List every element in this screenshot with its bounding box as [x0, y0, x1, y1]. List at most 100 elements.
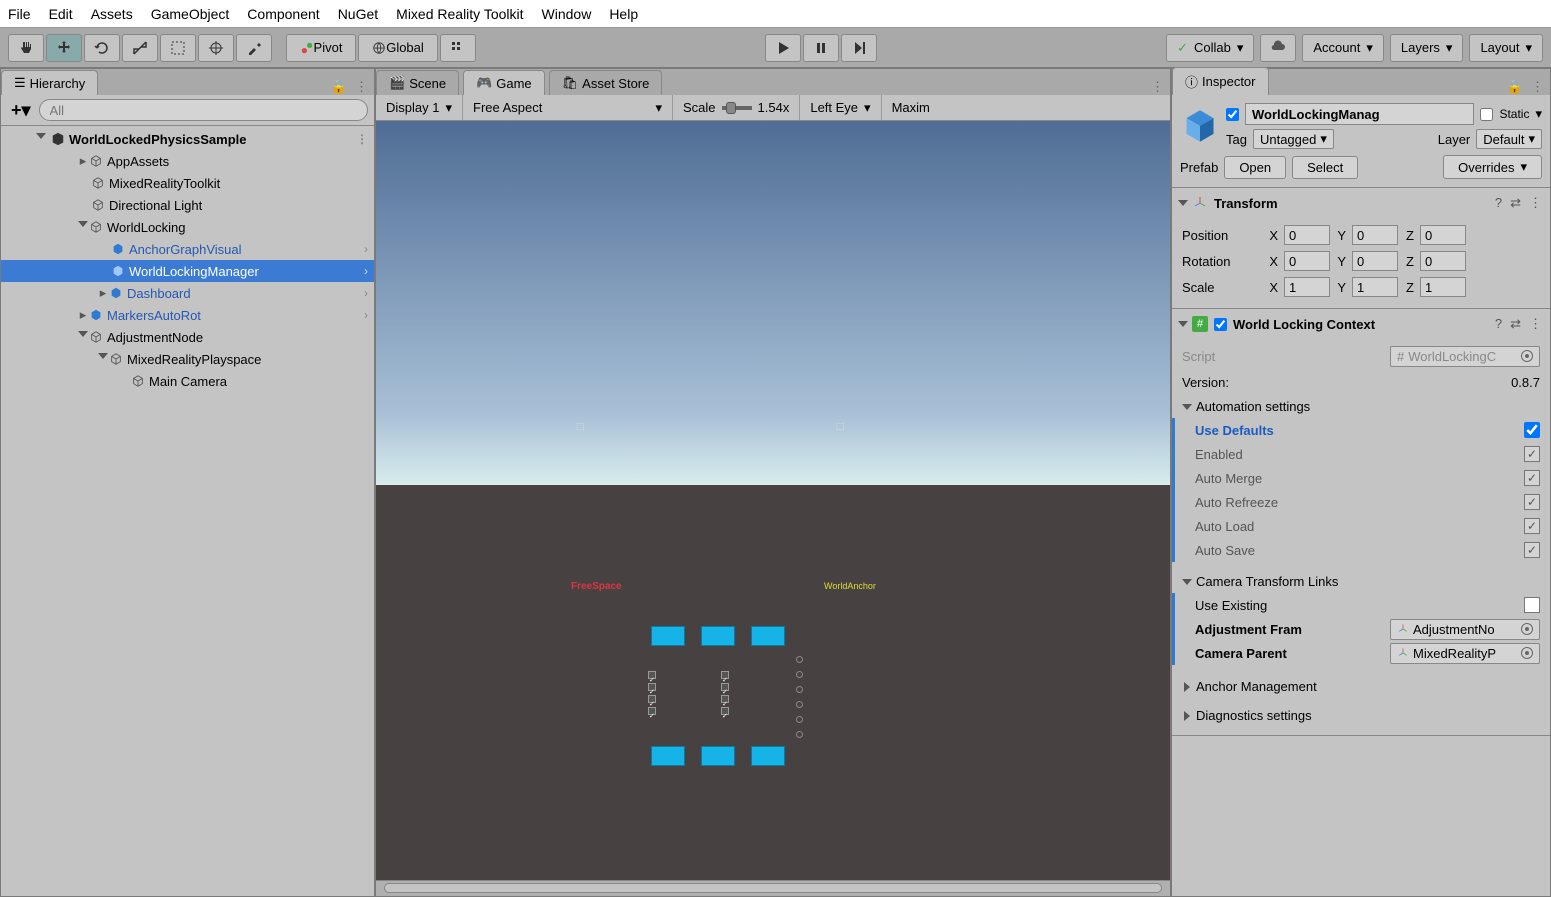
scene-menu-icon[interactable]: ⋮	[356, 132, 368, 146]
wlc-enabled-checkbox[interactable]	[1214, 318, 1227, 331]
row-appassets[interactable]: ▸AppAssets	[1, 150, 374, 172]
tab-scene[interactable]: 🎬Scene	[376, 70, 459, 95]
scene-row[interactable]: WorldLockedPhysicsSample ⋮	[1, 128, 374, 150]
menu-window[interactable]: Window	[542, 6, 592, 22]
panel-menu-icon[interactable]: ⋮	[1531, 79, 1544, 95]
row-camera[interactable]: Main Camera	[1, 370, 374, 392]
row-dirlight[interactable]: Directional Light	[1, 194, 374, 216]
vp-radio-1[interactable]	[796, 656, 803, 663]
menu-file[interactable]: File	[8, 6, 31, 22]
diag-header[interactable]: Diagnostics settings	[1182, 704, 1540, 727]
menu-component[interactable]: Component	[247, 6, 319, 22]
eye-dropdown[interactable]: Left Eye▾	[800, 95, 881, 120]
wlc-header[interactable]: # World Locking Context ?⇄⋮	[1172, 309, 1550, 339]
preset-icon[interactable]: ⇄	[1510, 195, 1521, 211]
vp-button-2[interactable]	[701, 626, 735, 646]
move-tool[interactable]	[46, 34, 82, 62]
panel-lock-icon[interactable]: 🔒	[331, 79, 347, 95]
pivot-toggle[interactable]: Pivot	[286, 34, 356, 62]
pos-y[interactable]	[1352, 225, 1398, 245]
row-adjustment[interactable]: AdjustmentNode	[1, 326, 374, 348]
scale-slider[interactable]: Scale1.54x	[673, 95, 800, 120]
cam-parent-field[interactable]: MixedRealityP	[1390, 643, 1540, 664]
create-dropdown[interactable]: +▾	[7, 100, 35, 121]
gameobject-type-icon[interactable]	[1180, 106, 1220, 146]
rotate-tool[interactable]	[84, 34, 120, 62]
panel-menu-icon[interactable]: ⋮	[355, 79, 368, 95]
gameobject-name-field[interactable]	[1245, 103, 1474, 125]
scale-x[interactable]	[1284, 277, 1330, 297]
pos-z[interactable]	[1420, 225, 1466, 245]
aspect-dropdown[interactable]: Free Aspect▾	[463, 95, 673, 120]
layout-dropdown[interactable]: Layout▾	[1469, 34, 1543, 62]
static-checkbox[interactable]	[1480, 108, 1493, 121]
vp-radio-3[interactable]	[796, 686, 803, 693]
gameobject-enabled-checkbox[interactable]	[1226, 108, 1239, 121]
row-mrtk[interactable]: MixedRealityToolkit	[1, 172, 374, 194]
use-defaults-checkbox[interactable]	[1524, 422, 1540, 438]
layers-dropdown[interactable]: Layers▾	[1390, 34, 1464, 62]
vp-radio-2[interactable]	[796, 671, 803, 678]
menu-gameobject[interactable]: GameObject	[151, 6, 230, 22]
hierarchy-search-input[interactable]	[39, 99, 368, 121]
prefab-open-button[interactable]: Open	[1224, 156, 1286, 179]
scale-tool[interactable]	[122, 34, 158, 62]
adj-frame-field[interactable]: AdjustmentNo	[1390, 619, 1540, 640]
custom-tool[interactable]	[236, 34, 272, 62]
vp-check-7[interactable]	[721, 695, 729, 703]
menu-mrtk[interactable]: Mixed Reality Toolkit	[396, 6, 523, 22]
tab-inspector[interactable]: ⓘInspector	[1172, 67, 1269, 95]
vp-check-5[interactable]	[721, 671, 729, 679]
display-dropdown[interactable]: Display 1▾	[376, 95, 463, 120]
menu-edit[interactable]: Edit	[49, 6, 73, 22]
menu-help[interactable]: Help	[609, 6, 638, 22]
maximize-toggle[interactable]: Maxim	[882, 95, 940, 120]
row-markers[interactable]: ▸MarkersAutoRot›	[1, 304, 374, 326]
menu-assets[interactable]: Assets	[91, 6, 133, 22]
pos-x[interactable]	[1284, 225, 1330, 245]
collab-dropdown[interactable]: ✓Collab▾	[1166, 34, 1254, 62]
hand-tool[interactable]	[8, 34, 44, 62]
help-icon[interactable]: ?	[1495, 316, 1502, 332]
play-button[interactable]	[765, 34, 801, 62]
vp-check-2[interactable]	[648, 683, 658, 691]
vp-button-4[interactable]	[651, 746, 685, 766]
tag-dropdown[interactable]: Untagged▾	[1253, 129, 1334, 149]
vp-radio-4[interactable]	[796, 701, 803, 708]
vp-check-1[interactable]	[648, 671, 658, 679]
transform-tool[interactable]	[198, 34, 234, 62]
transform-header[interactable]: Transform ?⇄⋮	[1172, 188, 1550, 218]
tab-asset-store[interactable]: 🛍Asset Store	[549, 70, 663, 95]
prefab-select-button[interactable]: Select	[1292, 156, 1358, 179]
ctl-header[interactable]: Camera Transform Links	[1182, 570, 1540, 593]
vp-check-4[interactable]	[648, 707, 658, 715]
cloud-button[interactable]	[1260, 34, 1296, 62]
rect-tool[interactable]	[160, 34, 196, 62]
row-wlm[interactable]: WorldLockingManager›	[1, 260, 374, 282]
row-anchorgraph[interactable]: AnchorGraphVisual›	[1, 238, 374, 260]
row-dashboard[interactable]: ▸Dashboard›	[1, 282, 374, 304]
rot-y[interactable]	[1352, 251, 1398, 271]
row-playspace[interactable]: MixedRealityPlayspace	[1, 348, 374, 370]
vp-button-3[interactable]	[751, 626, 785, 646]
vp-button-5[interactable]	[701, 746, 735, 766]
vp-check-6[interactable]	[721, 683, 729, 691]
panel-menu-icon[interactable]: ⋮	[1151, 79, 1164, 95]
anchor-mgmt-header[interactable]: Anchor Management	[1182, 675, 1540, 698]
layer-dropdown[interactable]: Default▾	[1476, 129, 1542, 149]
scale-z[interactable]	[1420, 277, 1466, 297]
viewport-scrollbar[interactable]	[376, 880, 1170, 896]
rot-x[interactable]	[1284, 251, 1330, 271]
vp-radio-5[interactable]	[796, 716, 803, 723]
vp-check-3[interactable]	[648, 695, 658, 703]
vp-radio-6[interactable]	[796, 731, 803, 738]
vp-check-8[interactable]	[721, 707, 729, 715]
account-dropdown[interactable]: Account▾	[1302, 34, 1384, 62]
row-worldlocking[interactable]: WorldLocking	[1, 216, 374, 238]
component-menu-icon[interactable]: ⋮	[1529, 195, 1542, 211]
static-dropdown[interactable]: ▾	[1535, 106, 1542, 122]
menu-nuget[interactable]: NuGet	[338, 6, 378, 22]
vp-button-6[interactable]	[751, 746, 785, 766]
prefab-overrides-dropdown[interactable]: Overrides▾	[1443, 155, 1542, 179]
global-toggle[interactable]: Global	[358, 34, 438, 62]
